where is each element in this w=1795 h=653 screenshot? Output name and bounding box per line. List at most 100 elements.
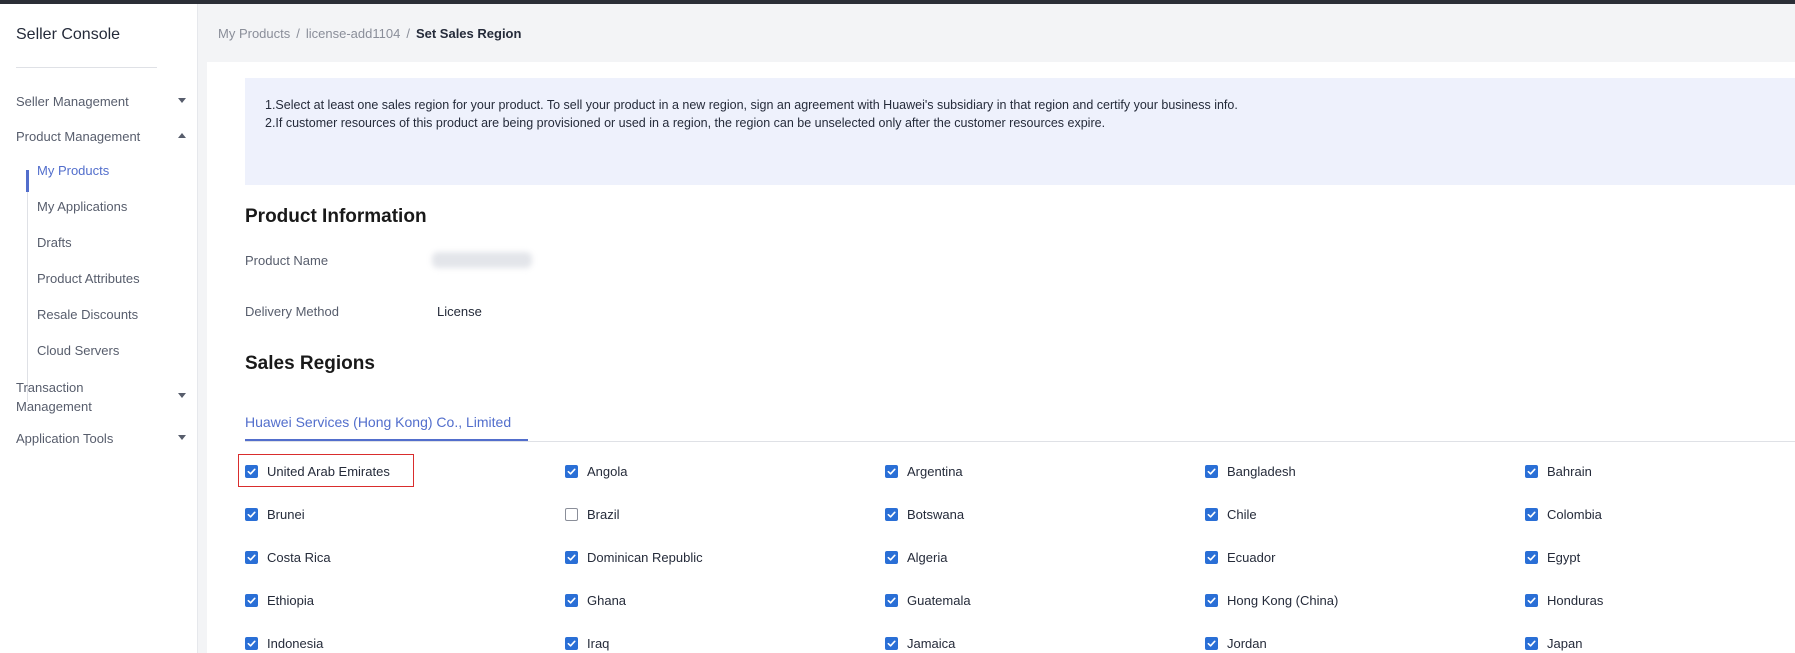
region-option[interactable]: Honduras xyxy=(1525,591,1603,609)
breadcrumb-product[interactable]: license-add1104 xyxy=(306,26,400,41)
region-option[interactable]: Ethiopia xyxy=(245,591,314,609)
nav-product-management[interactable]: Product Management xyxy=(16,127,186,146)
checkmark-icon xyxy=(567,640,576,647)
sidebar: Seller Console Seller Management Product… xyxy=(0,4,198,653)
region-option[interactable]: Argentina xyxy=(885,462,963,480)
checkmark-icon xyxy=(1207,511,1216,518)
checkmark-icon xyxy=(247,554,256,561)
checkmark-icon xyxy=(1207,554,1216,561)
checkbox-checked[interactable] xyxy=(1525,507,1538,521)
nav-transaction-management[interactable]: Transaction Management xyxy=(16,378,186,416)
delivery-method-label: Delivery Method xyxy=(245,304,339,319)
sales-regions-title: Sales Regions xyxy=(245,353,375,374)
checkbox-checked[interactable] xyxy=(1525,593,1538,607)
checkmark-icon xyxy=(1527,554,1536,561)
checkbox-checked[interactable] xyxy=(885,593,898,607)
checkbox-checked[interactable] xyxy=(1205,593,1218,607)
content-panel: 1.Select at least one sales region for y… xyxy=(207,62,1795,653)
checkmark-icon xyxy=(1207,640,1216,647)
region-option[interactable]: Hong Kong (China) xyxy=(1205,591,1338,609)
checkbox-unchecked[interactable] xyxy=(565,507,578,521)
breadcrumb: My Products / license-add1104/Set Sales Re… xyxy=(218,26,522,41)
checkbox-checked[interactable] xyxy=(1525,636,1538,650)
region-label: Ecuador xyxy=(1227,549,1276,565)
region-option[interactable]: Japan xyxy=(1525,634,1582,652)
sidebar-item-resale-discounts[interactable]: Resale Discounts xyxy=(37,307,138,322)
region-option[interactable]: Chile xyxy=(1205,505,1257,523)
product-name-label: Product Name xyxy=(245,253,329,268)
region-label: Colombia xyxy=(1547,506,1602,522)
checkmark-icon xyxy=(1527,511,1536,518)
checkbox-checked[interactable] xyxy=(885,550,898,564)
checkbox-checked[interactable] xyxy=(245,550,258,564)
nav-group-label: Seller Management xyxy=(16,94,129,109)
region-label: Brunei xyxy=(267,506,305,522)
checkmark-icon xyxy=(247,640,256,647)
checkbox-checked[interactable] xyxy=(885,636,898,650)
tab-divider xyxy=(245,441,1795,442)
region-option[interactable]: Algeria xyxy=(885,548,947,566)
region-option[interactable]: Bangladesh xyxy=(1205,462,1296,480)
chevron-up-icon xyxy=(178,133,186,138)
region-option[interactable]: Botswana xyxy=(885,505,964,523)
sidebar-item-my-applications[interactable]: My Applications xyxy=(37,199,127,214)
nav-seller-management[interactable]: Seller Management xyxy=(16,92,186,111)
region-option[interactable]: Angola xyxy=(565,462,627,480)
nav-group-label: Product Management xyxy=(16,129,141,144)
tab-huawei-hong-kong[interactable]: Huawei Services (Hong Kong) Co., Limited xyxy=(245,414,511,430)
checkbox-checked[interactable] xyxy=(245,636,258,650)
checkbox-checked[interactable] xyxy=(885,464,898,478)
product-name-value-blurred xyxy=(432,252,532,268)
info-notice: 1.Select at least one sales region for y… xyxy=(245,78,1795,185)
checkmark-icon xyxy=(1527,640,1536,647)
region-option[interactable]: Colombia xyxy=(1525,505,1602,523)
sidebar-item-drafts[interactable]: Drafts xyxy=(37,235,72,250)
region-label: Jamaica xyxy=(907,635,956,651)
checkbox-checked[interactable] xyxy=(565,636,578,650)
checkbox-checked[interactable] xyxy=(245,507,258,521)
sidebar-item-my-products[interactable]: My Products xyxy=(37,163,109,178)
checkbox-checked[interactable] xyxy=(1525,550,1538,564)
checkbox-checked[interactable] xyxy=(1525,464,1538,478)
checkmark-icon xyxy=(567,468,576,475)
nav-application-tools[interactable]: Application Tools xyxy=(16,429,186,448)
checkbox-checked[interactable] xyxy=(565,550,578,564)
region-option[interactable]: Brunei xyxy=(245,505,305,523)
region-option[interactable]: Dominican Republic xyxy=(565,548,703,566)
region-option[interactable]: Iraq xyxy=(565,634,609,652)
region-label: Argentina xyxy=(907,463,963,479)
breadcrumb-my-products[interactable]: My Products xyxy=(218,26,290,41)
region-label: Iraq xyxy=(587,635,610,651)
checkmark-icon xyxy=(567,554,576,561)
checkbox-checked[interactable] xyxy=(1205,550,1218,564)
region-option[interactable]: Jamaica xyxy=(885,634,955,652)
checkbox-checked[interactable] xyxy=(1205,636,1218,650)
region-label: Costa Rica xyxy=(267,549,331,565)
active-indicator xyxy=(26,170,29,192)
region-label: Angola xyxy=(587,463,628,479)
region-label: Bahrain xyxy=(1547,463,1592,479)
region-option[interactable]: Ghana xyxy=(565,591,626,609)
checkbox-checked[interactable] xyxy=(565,593,578,607)
nav-group-label: Transaction Management xyxy=(16,380,92,414)
checkbox-checked[interactable] xyxy=(885,507,898,521)
region-option[interactable]: Indonesia xyxy=(245,634,323,652)
checkmark-icon xyxy=(887,640,896,647)
region-option[interactable]: Guatemala xyxy=(885,591,971,609)
checkbox-checked[interactable] xyxy=(565,464,578,478)
sidebar-item-cloud-servers[interactable]: Cloud Servers xyxy=(37,343,119,358)
region-label: Dominican Republic xyxy=(587,549,703,565)
region-option[interactable]: Ecuador xyxy=(1205,548,1275,566)
region-option[interactable]: Brazil xyxy=(565,505,620,523)
region-option[interactable]: Jordan xyxy=(1205,634,1267,652)
region-option[interactable]: Bahrain xyxy=(1525,462,1592,480)
checkbox-checked[interactable] xyxy=(1205,464,1218,478)
checkbox-checked[interactable] xyxy=(1205,507,1218,521)
chevron-down-icon xyxy=(178,435,186,440)
region-option[interactable]: Costa Rica xyxy=(245,548,331,566)
checkbox-checked[interactable] xyxy=(245,593,258,607)
region-option[interactable]: Egypt xyxy=(1525,548,1580,566)
region-label: Botswana xyxy=(907,506,965,522)
region-label: Ghana xyxy=(587,592,627,608)
sidebar-item-product-attributes[interactable]: Product Attributes xyxy=(37,271,140,286)
